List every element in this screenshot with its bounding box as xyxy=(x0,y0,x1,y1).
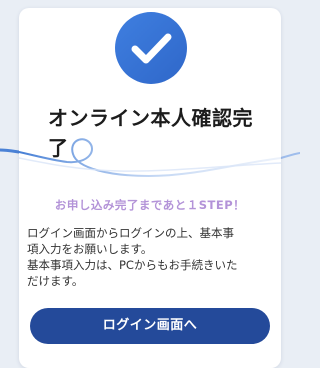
description-line: だけます。 xyxy=(27,274,84,288)
description-line: ログイン画面からログインの上、基本事 xyxy=(27,226,234,240)
page-title: オンライン本人確認完了 xyxy=(48,106,253,160)
description-line: 項入力をお願いします。 xyxy=(27,242,153,256)
check-icon xyxy=(131,33,172,64)
description: ログイン画面からログインの上、基本事 項入力をお願いします。 基本事項入力は、P… xyxy=(27,225,277,289)
step-notice: お申し込み完了まであと１STEP！ xyxy=(54,198,246,212)
check-badge xyxy=(115,12,187,84)
description-line: 基本事項入力は、PCからもお手続きいた xyxy=(27,258,238,272)
confirmation-card: オンライン本人確認完了 お申し込み完了まであと１STEP！ ログイン画面からログ… xyxy=(19,8,281,368)
login-page-button[interactable]: ログイン画面へ xyxy=(30,308,270,344)
